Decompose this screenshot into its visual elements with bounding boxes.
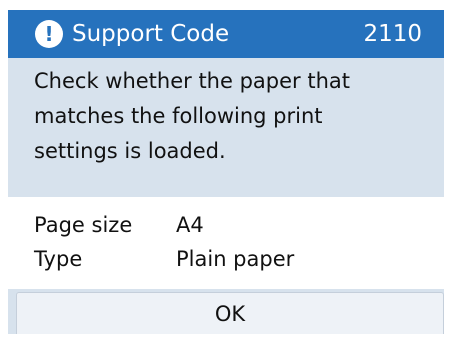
support-code-dialog: ! Support Code 2110 Check whether the pa… (8, 10, 444, 334)
message-line: settings is loaded. (34, 139, 226, 163)
support-code-number: 2110 (363, 21, 422, 47)
setting-label: Page size (34, 213, 133, 237)
dialog-title: Support Code (72, 21, 230, 47)
setting-row-type: Type Plain paper (34, 243, 294, 275)
setting-row-page-size: Page size A4 (34, 209, 204, 241)
exclamation-circle-icon: ! (35, 20, 63, 48)
dialog-message: Check whether the paper that matches the… (34, 64, 434, 169)
print-settings-panel: Page size A4 Type Plain paper (8, 197, 444, 289)
setting-value: Plain paper (176, 247, 295, 271)
setting-value: A4 (176, 213, 204, 237)
ok-button[interactable]: OK (16, 292, 444, 334)
title-bar: ! Support Code 2110 (8, 10, 444, 58)
message-line: matches the following print (34, 104, 323, 128)
setting-label: Type (34, 247, 83, 271)
message-line: Check whether the paper that (34, 69, 350, 93)
